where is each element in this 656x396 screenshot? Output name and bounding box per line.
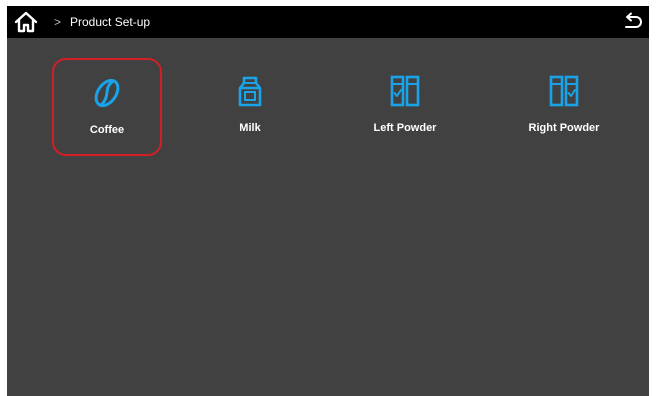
powder-canister-right-icon: [549, 75, 579, 107]
back-arrow-icon: [625, 12, 642, 28]
product-tile-right-powder[interactable]: Right Powder: [509, 58, 619, 156]
top-bar: > Product Set-up: [7, 6, 649, 38]
screen: > Product Set-up Coffee Milk Left Powder…: [7, 6, 649, 396]
product-tile-left-powder[interactable]: Left Powder: [350, 58, 460, 156]
product-tile-coffee[interactable]: Coffee: [52, 58, 162, 156]
product-label-left-powder: Left Powder: [373, 122, 437, 134]
product-tile-milk[interactable]: Milk: [195, 58, 305, 156]
home-icon: [14, 11, 38, 33]
breadcrumb-separator: >: [54, 15, 62, 29]
powder-canister-left-icon: [390, 75, 420, 107]
product-label-milk: Milk: [239, 122, 261, 134]
home-button[interactable]: [13, 10, 39, 34]
product-label-right-powder: Right Powder: [528, 122, 600, 134]
back-button[interactable]: [621, 11, 643, 33]
product-label-coffee: Coffee: [89, 124, 125, 136]
page-title: Product Set-up: [70, 15, 151, 29]
coffee-bean-icon: [94, 78, 120, 108]
milk-carton-icon: [238, 76, 262, 107]
